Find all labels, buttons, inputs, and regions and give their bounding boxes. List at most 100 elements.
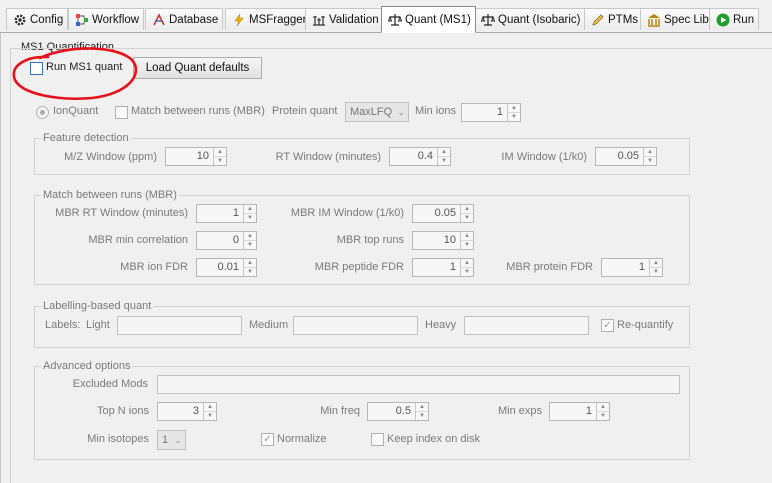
tab-config[interactable]: Config [6,8,69,30]
spinner-arrows[interactable]: ▲ ▼ [243,259,256,276]
tab-spec-lib[interactable]: Spec Lib [640,8,714,30]
protein-quant-select[interactable]: MaxLFQ ⌄ [345,102,409,122]
tab-database[interactable]: Database [145,8,224,30]
top-n-ions-label: Top N ions [97,405,149,417]
min-ions-spinner[interactable]: 1 ▲ ▼ [461,103,521,122]
min-exps-label: Min exps [497,405,542,417]
heavy-input[interactable] [464,316,589,335]
arrow-up-icon[interactable]: ▲ [438,148,450,156]
arrow-down-icon[interactable]: ▼ [244,240,256,249]
spinner-arrows[interactable]: ▲ ▼ [649,259,662,276]
mbr-im-window-spinner[interactable]: 0.05 ▲ ▼ [412,204,474,223]
arrow-up-icon[interactable]: ▲ [508,104,520,112]
arrow-up-icon[interactable]: ▲ [597,403,609,411]
arrow-up-icon[interactable]: ▲ [650,259,662,267]
tab-run[interactable]: Run [709,8,760,30]
spinner-arrows[interactable]: ▲ ▼ [507,104,520,121]
mbr-protein-fdr-spinner[interactable]: 1 ▲ ▼ [601,258,663,277]
min-exps-value: 1 [585,405,592,417]
tab-quant-ms1[interactable]: Quant (MS1) [381,6,476,33]
arrow-up-icon[interactable]: ▲ [644,148,656,156]
min-isotopes-label: Min isotopes [87,433,149,445]
tab-ptms[interactable]: PTMs [584,8,644,30]
excluded-mods-input[interactable] [157,375,680,394]
spinner-arrows[interactable]: ▲ ▼ [243,232,256,249]
min-isotopes-select[interactable]: 1 ⌄ [157,430,186,450]
mbr-peptide-fdr-spinner[interactable]: 1 ▲ ▼ [412,258,474,277]
tab-label: Config [30,13,64,26]
mbr-ion-fdr-spinner[interactable]: 0.01 ▲ ▼ [196,258,257,277]
spinner-arrows[interactable]: ▲ ▼ [460,205,473,222]
im-window-label: IM Window (1/k0) [501,151,587,163]
arrow-down-icon[interactable]: ▼ [461,267,473,276]
arrow-down-icon[interactable]: ▼ [644,156,656,165]
database-icon [152,12,166,27]
mz-window-spinner[interactable]: 10 ▲ ▼ [165,147,227,166]
requantify-checkbox[interactable]: ✓ [601,319,614,332]
spinner-arrows[interactable]: ▲ ▼ [596,403,609,420]
arrow-up-icon[interactable]: ▲ [416,403,428,411]
arrow-down-icon[interactable]: ▼ [461,240,473,249]
arrow-up-icon[interactable]: ▲ [204,403,216,411]
arrow-up-icon[interactable]: ▲ [461,205,473,213]
arrow-up-icon[interactable]: ▲ [244,232,256,240]
ionquant-radio[interactable] [36,106,49,119]
spinner-arrows[interactable]: ▲ ▼ [213,148,226,165]
checkmark-icon: ✓ [603,320,612,331]
load-quant-defaults-button[interactable]: Load Quant defaults [133,57,262,79]
protein-quant-value: MaxLFQ [350,106,393,118]
tab-validation[interactable]: Validation [305,8,384,30]
requantify-label: Re-quantify [617,319,674,331]
arrow-down-icon[interactable]: ▼ [438,156,450,165]
arrow-down-icon[interactable]: ▼ [214,156,226,165]
arrow-up-icon[interactable]: ▲ [461,259,473,267]
spinner-arrows[interactable]: ▲ ▼ [415,403,428,420]
arrow-down-icon[interactable]: ▼ [244,213,256,222]
validation-icon [312,13,326,27]
arrow-down-icon[interactable]: ▼ [650,267,662,276]
spinner-arrows[interactable]: ▲ ▼ [460,259,473,276]
tab-workflow[interactable]: Workflow [68,8,145,30]
min-exps-spinner[interactable]: 1 ▲ ▼ [549,402,610,421]
medium-input[interactable] [293,316,418,335]
arrow-down-icon[interactable]: ▼ [461,213,473,222]
mbr-rt-window-spinner[interactable]: 1 ▲ ▼ [196,204,257,223]
match-between-runs-checkbox[interactable] [115,106,128,119]
keep-index-checkbox[interactable] [371,433,384,446]
arrow-down-icon[interactable]: ▼ [244,267,256,276]
min-freq-spinner[interactable]: 0.5 ▲ ▼ [367,402,429,421]
arrow-up-icon[interactable]: ▲ [214,148,226,156]
arrow-up-icon[interactable]: ▲ [244,205,256,213]
light-input[interactable] [117,316,242,335]
light-label: Light [86,319,110,331]
spinner-arrows[interactable]: ▲ ▼ [643,148,656,165]
normalize-checkbox[interactable]: ✓ [261,433,274,446]
tab-quant-isobaric[interactable]: Quant (Isobaric) [474,8,586,30]
mbr-top-runs-spinner[interactable]: 10 ▲ ▼ [412,231,474,250]
arrow-down-icon[interactable]: ▼ [508,112,520,121]
arrow-up-icon[interactable]: ▲ [461,232,473,240]
top-n-ions-spinner[interactable]: 3 ▲ ▼ [157,402,217,421]
mbr-top-runs-value: 10 [443,234,456,246]
mbr-top-runs-label: MBR top runs [336,234,404,246]
mbr-min-correlation-spinner[interactable]: 0 ▲ ▼ [196,231,257,250]
arrow-down-icon[interactable]: ▼ [204,411,216,420]
min-ions-label: Min ions [415,105,456,117]
spinner-arrows[interactable]: ▲ ▼ [460,232,473,249]
arrow-down-icon[interactable]: ▼ [597,411,609,420]
arrow-down-icon[interactable]: ▼ [416,411,428,420]
tab-label: Database [169,13,219,26]
tab-msfragger[interactable]: MSFragger [225,8,312,30]
rt-window-spinner[interactable]: 0.4 ▲ ▼ [389,147,451,166]
workflow-icon [75,13,89,27]
spinner-arrows[interactable]: ▲ ▼ [203,403,216,420]
mbr-rt-window-value: 1 [232,207,239,219]
min-isotopes-value: 1 [162,434,169,446]
arrow-up-icon[interactable]: ▲ [244,259,256,267]
spinner-arrows[interactable]: ▲ ▼ [437,148,450,165]
scale-icon [388,13,402,27]
mbr-im-window-label: MBR IM Window (1/k0) [290,207,404,219]
im-window-spinner[interactable]: 0.05 ▲ ▼ [595,147,657,166]
run-ms1-quant-checkbox[interactable] [30,62,43,75]
spinner-arrows[interactable]: ▲ ▼ [243,205,256,222]
